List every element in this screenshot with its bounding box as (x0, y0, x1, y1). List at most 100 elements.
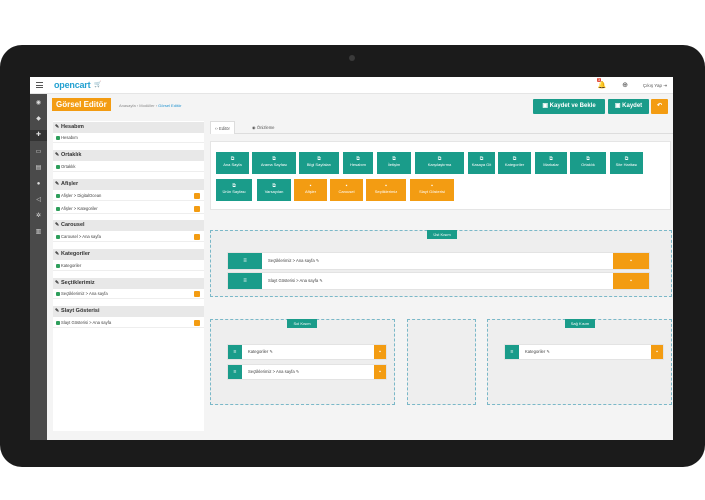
edit-icon[interactable]: ✎ (316, 258, 320, 263)
dashboard-icon[interactable]: ◉ (30, 98, 47, 109)
settings-icon[interactable]: ✲ (30, 211, 47, 222)
camera-dot (349, 55, 355, 61)
module-button[interactable]: ⧉ Kasaya Git (468, 152, 495, 174)
bell-icon[interactable]: 🔔 (597, 81, 607, 91)
delete-icon[interactable] (194, 193, 200, 199)
layout-row[interactable]: ≡ Kategoriler ✎ ▪ (227, 344, 387, 360)
module-list-item[interactable]: Carousel > Ana sayfa (53, 232, 204, 242)
module-list-item[interactable]: Kategoriler (53, 261, 204, 271)
module-button[interactable]: ⧉ Bilgi Sayfaları (299, 152, 339, 174)
module-button[interactable]: ⧉ Varsayılan (257, 179, 291, 201)
save-and-wait-button[interactable]: ▣ Kaydet ve Bekle (533, 99, 605, 114)
chart-icon[interactable]: ▥ (30, 227, 47, 238)
menu-icon[interactable]: ≡ (228, 253, 262, 269)
back-arrow-icon: ↶ (656, 103, 663, 109)
share-icon[interactable]: ◁ (30, 195, 47, 206)
add-icon[interactable] (56, 136, 60, 140)
notification-badge: 3 (597, 78, 601, 82)
delete-icon[interactable] (194, 291, 200, 297)
module-button[interactable]: ▪ Carousel (330, 179, 363, 201)
module-button[interactable]: ⧉ Ortaklık (570, 152, 606, 174)
delete-icon[interactable] (194, 206, 200, 212)
module-button[interactable]: ⧉ Ürün Sayfası (216, 179, 252, 201)
edit-icon[interactable]: ✎ (319, 278, 323, 283)
breadcrumb-home[interactable]: Anasayfa (119, 103, 136, 108)
add-icon[interactable] (56, 165, 60, 169)
pencil-icon: ✎ (55, 222, 60, 228)
delete-icon[interactable] (194, 320, 200, 326)
app-screen: opencart 🛒 🔔 3 ⊕ Çıkış Yap ⇥ ◉ ◆ ✚ ▭ ▤ ●… (30, 77, 673, 440)
module-list-item[interactable]: Seçtiklerimiz > Ana sayfa (53, 289, 204, 299)
menu-icon[interactable]: ≡ (505, 345, 519, 359)
module-button[interactable]: ⧉ Kategoriler (498, 152, 531, 174)
delete-icon[interactable] (194, 234, 200, 240)
layout-row-label: Slayt Gösterisi > Ana sayfa ✎ (268, 278, 323, 283)
right-zone-label: Sağ Kısım (565, 319, 595, 328)
module-button[interactable]: ⧉ Hesabım (343, 152, 373, 174)
menu-toggle-icon[interactable] (36, 82, 43, 88)
module-button[interactable]: ⧉ İletişim (377, 152, 411, 174)
cart-icon[interactable]: ▤ (30, 163, 47, 174)
add-icon[interactable] (56, 235, 60, 239)
add-icon[interactable] (56, 194, 60, 198)
monitor-icon[interactable]: ▭ (30, 147, 47, 158)
layout-row[interactable]: ≡ Kategoriler ✎ ▪ (504, 344, 664, 360)
module-list-item[interactable]: Afişler > DigitalOcean (53, 191, 204, 201)
add-icon[interactable] (56, 264, 60, 268)
module-button-label: Carousel (338, 189, 355, 194)
layout-row[interactable]: ≡ Seçtiklerimiz > Ana sayfa ✎ ▪ (227, 252, 650, 270)
delete-icon[interactable]: ▪ (651, 345, 663, 359)
module-button[interactable]: ⧉ Markalar (535, 152, 567, 174)
module-button[interactable]: ⧉ Arama Sayfası (252, 152, 296, 174)
layout-row[interactable]: ≡ Seçtiklerimiz > Ana sayfa ✎ ▪ (227, 364, 387, 380)
tab-editor[interactable]: ‹› Editör (210, 121, 235, 134)
menu-icon[interactable]: ≡ (228, 345, 242, 359)
add-icon[interactable] (56, 321, 60, 325)
module-button-label: Kasaya Git (471, 162, 492, 167)
delete-icon[interactable]: ▪ (374, 345, 386, 359)
add-icon[interactable] (56, 207, 60, 211)
module-button-label: Afişler (304, 189, 317, 194)
pencil-icon: ✎ (55, 280, 60, 286)
module-button[interactable]: ▪ Seçtiklerimiz (366, 179, 406, 201)
tag-icon[interactable]: ◆ (30, 114, 47, 125)
help-icon[interactable]: ⊕ (620, 81, 630, 91)
page-title: Görsel Editör (52, 98, 111, 111)
delete-icon[interactable]: ▪ (613, 273, 649, 289)
add-icon[interactable] (56, 292, 60, 296)
module-button[interactable]: ⧉ Ana Sayfa (216, 152, 249, 174)
delete-icon[interactable]: ▪ (613, 253, 649, 269)
edit-icon[interactable]: ✎ (546, 349, 550, 354)
back-button[interactable]: ↶ (651, 99, 668, 114)
edit-icon[interactable]: ✎ (269, 349, 273, 354)
menu-icon[interactable]: ≡ (228, 365, 242, 379)
module-button-label: Hesabım (349, 162, 366, 167)
layout-row[interactable]: ≡ Slayt Gösterisi > Ana sayfa ✎ ▪ (227, 272, 650, 290)
puzzle-icon[interactable]: ✚ (30, 130, 47, 141)
menu-icon[interactable]: ≡ (228, 273, 262, 289)
module-list-item[interactable]: Slayt Gösterisi > Ana sayfa (53, 318, 204, 328)
delete-icon[interactable]: ▪ (374, 365, 386, 379)
logout-link[interactable]: Çıkış Yap ⇥ (643, 83, 667, 89)
tab-preview[interactable]: ◉ Önizleme (248, 121, 279, 134)
module-list-item[interactable]: Afişler > Kategoriler (53, 204, 204, 214)
top-zone-label: Üst Kısım (427, 230, 457, 239)
module-button[interactable]: ▪ Afişler (294, 179, 327, 201)
module-list-item[interactable]: Hesabım (53, 133, 204, 143)
left-sidebar: ◉ ◆ ✚ ▭ ▤ ● ◁ ✲ ▥ (30, 94, 47, 440)
module-button[interactable]: ▪ Slayt Gösterisi (410, 179, 454, 201)
breadcrumb-current[interactable]: Görsel Editör (158, 103, 181, 108)
module-button-label: Ortaklık (581, 162, 595, 167)
edit-icon[interactable]: ✎ (296, 369, 300, 374)
module-button[interactable]: ⧉ Karşılaştırma (415, 152, 464, 174)
module-group-heading: ✎ Kategoriler (53, 249, 204, 260)
module-button-label: Ana Sayfa (223, 162, 242, 167)
module-list-item[interactable]: Ortaklık (53, 162, 204, 172)
user-icon[interactable]: ● (30, 179, 47, 190)
content-zone (407, 319, 476, 405)
logout-label: Çıkış Yap (642, 83, 662, 88)
save-button[interactable]: ▣ Kaydet (608, 99, 649, 114)
module-button-label: Karşılaştırma (427, 162, 452, 167)
breadcrumb-modules[interactable]: Modüller (139, 103, 154, 108)
module-button[interactable]: ⧉ Site Haritası (610, 152, 643, 174)
